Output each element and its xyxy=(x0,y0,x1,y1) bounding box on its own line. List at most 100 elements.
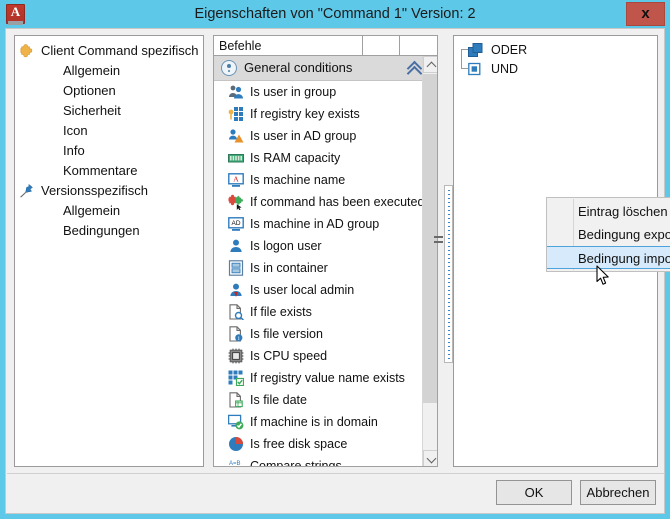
context-menu-item-delete[interactable]: Eintrag löschen xyxy=(547,200,670,223)
list-item-label: Is file version xyxy=(250,327,323,341)
group-label: General conditions xyxy=(244,60,353,75)
list-item-label: Is CPU speed xyxy=(250,349,328,363)
user-icon xyxy=(230,239,242,252)
list-item[interactable]: Is user in group xyxy=(214,81,437,103)
list-item[interactable]: If registry key exists xyxy=(214,103,437,125)
list-item-label: Is free disk space xyxy=(250,437,348,451)
list-item[interactable]: If file exists xyxy=(214,301,437,323)
list-item[interactable]: AD Is machine in AD group xyxy=(214,213,437,235)
close-icon[interactable] xyxy=(626,2,665,26)
registry-value-icon xyxy=(228,370,244,386)
list-item[interactable]: i Is file version xyxy=(214,323,437,345)
tree-node-label: Client Command spezifisch xyxy=(41,43,199,58)
list-item-label: Is machine in AD group xyxy=(250,217,380,231)
list-item[interactable]: Is user in AD group xyxy=(214,125,437,147)
splitter-dots-icon xyxy=(448,190,450,360)
users-group-icon xyxy=(229,85,243,99)
chevron-double-up-icon[interactable] xyxy=(406,60,423,82)
list-item[interactable]: Is logon user xyxy=(214,235,437,257)
list-item[interactable]: Is RAM capacity xyxy=(214,147,437,169)
tree-node-client-command[interactable]: Client Command spezifisch xyxy=(15,41,203,61)
list-item-label: Is logon user xyxy=(250,239,322,253)
or-block-icon xyxy=(468,43,483,57)
tree-node-sicherheit[interactable]: Sicherheit xyxy=(15,101,203,121)
and-block-icon xyxy=(468,62,481,76)
tree-node-label: Versionsspezifisch xyxy=(41,183,148,198)
list-item-label: If file exists xyxy=(250,305,312,319)
ok-button[interactable]: OK xyxy=(496,480,572,505)
list-group-header-general-conditions[interactable]: General conditions xyxy=(214,56,437,82)
list-item[interactable]: If command has been executed xyxy=(214,191,437,213)
list-item[interactable]: Is CPU speed xyxy=(214,345,437,367)
cpu-icon xyxy=(228,348,244,364)
list-item-label: If registry key exists xyxy=(250,107,360,121)
tree-node-versionsspezifisch[interactable]: Versionsspezifisch xyxy=(15,181,203,201)
svg-text:A=B: A=B xyxy=(229,461,241,467)
list-item[interactable]: Is user local admin xyxy=(214,279,437,301)
scroll-up-icon[interactable] xyxy=(423,56,437,73)
panel-splitter[interactable] xyxy=(434,35,453,467)
footer-separator xyxy=(7,473,665,474)
ram-icon xyxy=(228,154,244,163)
command-list[interactable]: General conditions Is user in group If r… xyxy=(213,56,438,467)
context-menu-item-export[interactable]: Bedingung exportieren xyxy=(547,223,670,246)
conditions-icon xyxy=(221,60,237,76)
scroll-down-icon[interactable] xyxy=(423,450,437,466)
tree-node-allgemein-1[interactable]: Allgemein xyxy=(15,61,203,81)
context-menu[interactable]: Eintrag löschen Bedingung exportieren Be… xyxy=(546,197,670,272)
tree-node-label: Kommentare xyxy=(63,163,138,178)
context-menu-item-import[interactable]: Bedingung importieren xyxy=(547,246,670,269)
properties-dialog-window: Eigenschaften von "Command 1" Version: 2… xyxy=(0,0,670,519)
list-item[interactable]: Is file date xyxy=(214,389,437,411)
tree-node-allgemein-2[interactable]: Allgemein xyxy=(15,201,203,221)
tree-node-label: Icon xyxy=(63,123,88,138)
list-item[interactable]: Is free disk space xyxy=(214,433,437,455)
tree-node-icon[interactable]: Icon xyxy=(15,121,203,141)
list-scrollbar[interactable] xyxy=(422,56,437,466)
list-item[interactable]: Is in container xyxy=(214,257,437,279)
puzzle-piece-icon xyxy=(20,44,33,58)
splitter-bar[interactable] xyxy=(444,185,453,363)
column-header-3[interactable] xyxy=(400,35,438,56)
list-item-label: Is user in group xyxy=(250,85,337,99)
command-executed-icon xyxy=(228,194,243,210)
condition-node-label: UND xyxy=(491,62,519,76)
tree-line-branch-1 xyxy=(461,49,468,50)
container-icon xyxy=(228,260,244,276)
user-admin-icon xyxy=(230,283,242,297)
list-item-label: Is user in AD group xyxy=(250,129,357,143)
list-item[interactable]: A=B Compare strings xyxy=(214,455,437,467)
machine-domain-icon xyxy=(228,414,244,430)
list-item-label: Is machine name xyxy=(250,173,346,187)
navigation-tree[interactable]: Client Command spezifisch Allgemein Opti… xyxy=(14,35,204,467)
tree-node-label: Optionen xyxy=(63,83,116,98)
tree-node-label: Allgemein xyxy=(63,203,121,218)
tree-node-optionen[interactable]: Optionen xyxy=(15,81,203,101)
list-item-label: Is in container xyxy=(250,261,328,275)
tree-node-bedingungen[interactable]: Bedingungen xyxy=(15,221,203,241)
list-item[interactable]: If registry value name exists xyxy=(214,367,437,389)
window-title: Eigenschaften von "Command 1" Version: 2 xyxy=(194,6,476,22)
registry-key-icon xyxy=(228,107,243,121)
file-search-icon xyxy=(229,304,244,320)
cancel-button[interactable]: Abbrechen xyxy=(580,480,656,505)
tree-node-info[interactable]: Info xyxy=(15,141,203,161)
command-list-panel: Befehle General conditions Is user in gr… xyxy=(213,35,438,467)
splitter-grip-icon[interactable] xyxy=(434,235,443,247)
svg-text:A: A xyxy=(233,174,239,183)
tree-node-label: Bedingungen xyxy=(63,223,140,238)
list-item[interactable]: A Is machine name xyxy=(214,169,437,191)
list-item-label: Is user local admin xyxy=(250,283,355,297)
tree-node-kommentare[interactable]: Kommentare xyxy=(15,161,203,181)
file-info-icon: i xyxy=(229,326,243,342)
column-header-befehle[interactable]: Befehle xyxy=(213,35,363,56)
tree-node-label: Sicherheit xyxy=(63,103,121,118)
list-column-header: Befehle xyxy=(213,35,438,56)
list-item-label: Is RAM capacity xyxy=(250,151,341,165)
machine-ad-icon: AD xyxy=(228,217,244,231)
list-item[interactable]: If machine is in domain xyxy=(214,411,437,433)
file-date-icon xyxy=(229,392,243,408)
list-item-label: If machine is in domain xyxy=(250,415,378,429)
title-bar: Eigenschaften von "Command 1" Version: 2 xyxy=(0,0,670,28)
column-header-2[interactable] xyxy=(363,35,400,56)
